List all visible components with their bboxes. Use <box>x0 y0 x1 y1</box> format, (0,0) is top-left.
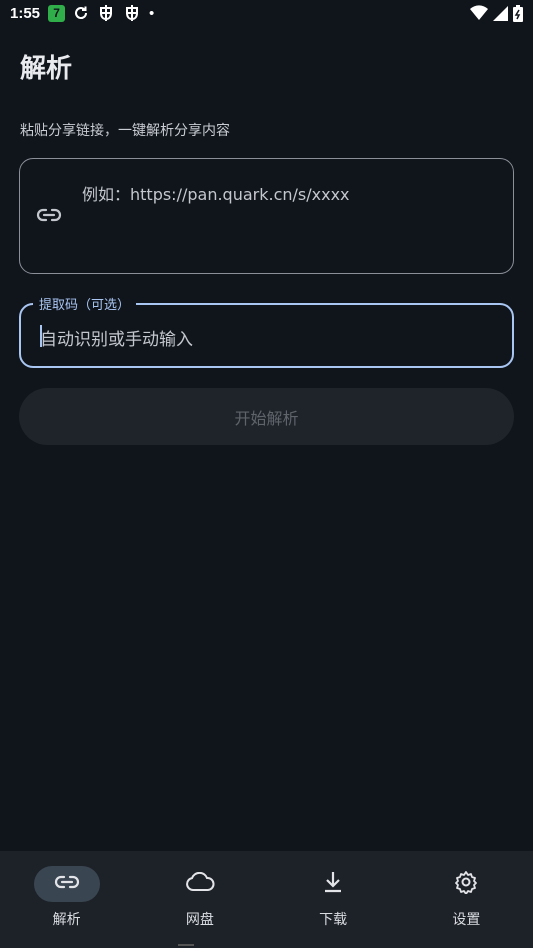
sync-icon <box>73 5 89 21</box>
extraction-code-placeholder: 自动识别或手动输入 <box>40 330 193 350</box>
start-parse-button[interactable]: 开始解析 <box>19 388 514 445</box>
nav-pill <box>433 866 499 902</box>
signal-icon <box>493 5 508 21</box>
nav-item-download[interactable]: 下载 <box>267 851 400 948</box>
status-dot: • <box>149 4 155 22</box>
gear-icon <box>454 870 478 898</box>
nav-item-settings[interactable]: 设置 <box>400 851 533 948</box>
extraction-code-input[interactable]: 提取码（可选） 自动识别或手动输入 <box>19 294 514 368</box>
share-link-input[interactable]: 例如：https://pan.quark.cn/s/xxxx <box>19 158 514 274</box>
nav-pill <box>33 866 100 902</box>
nav-pill <box>300 866 366 902</box>
extraction-code-label: 提取码（可选） <box>33 294 137 313</box>
download-icon <box>323 871 343 897</box>
bug-icon <box>97 4 115 22</box>
nav-item-parse[interactable]: 解析 <box>0 851 133 948</box>
status-bar: 1:55 7 • <box>0 0 533 26</box>
link-icon <box>54 874 80 894</box>
nav-label: 网盘 <box>185 912 214 928</box>
gesture-handle <box>178 944 194 946</box>
nav-pill <box>167 866 233 902</box>
nav-label: 下载 <box>319 912 348 928</box>
cloud-icon <box>185 871 215 896</box>
nav-item-cloud[interactable]: 网盘 <box>133 851 266 948</box>
status-right <box>470 4 523 22</box>
status-left: 1:55 7 • <box>10 4 154 22</box>
wifi-icon <box>470 5 488 21</box>
status-time: 1:55 <box>10 4 41 22</box>
page-title: 解析 <box>20 54 73 84</box>
nav-label: 设置 <box>452 912 481 928</box>
nav-label: 解析 <box>52 912 81 928</box>
battery-icon <box>513 4 523 22</box>
notification-badge: 7 <box>48 4 66 22</box>
link-icon <box>36 206 62 228</box>
description-text: 粘贴分享链接，一键解析分享内容 <box>20 123 230 139</box>
bug-icon <box>123 4 141 22</box>
share-link-placeholder: 例如：https://pan.quark.cn/s/xxxx <box>82 185 350 204</box>
bottom-nav: 解析 网盘 下载 设置 <box>0 851 533 948</box>
text-cursor <box>40 325 42 347</box>
